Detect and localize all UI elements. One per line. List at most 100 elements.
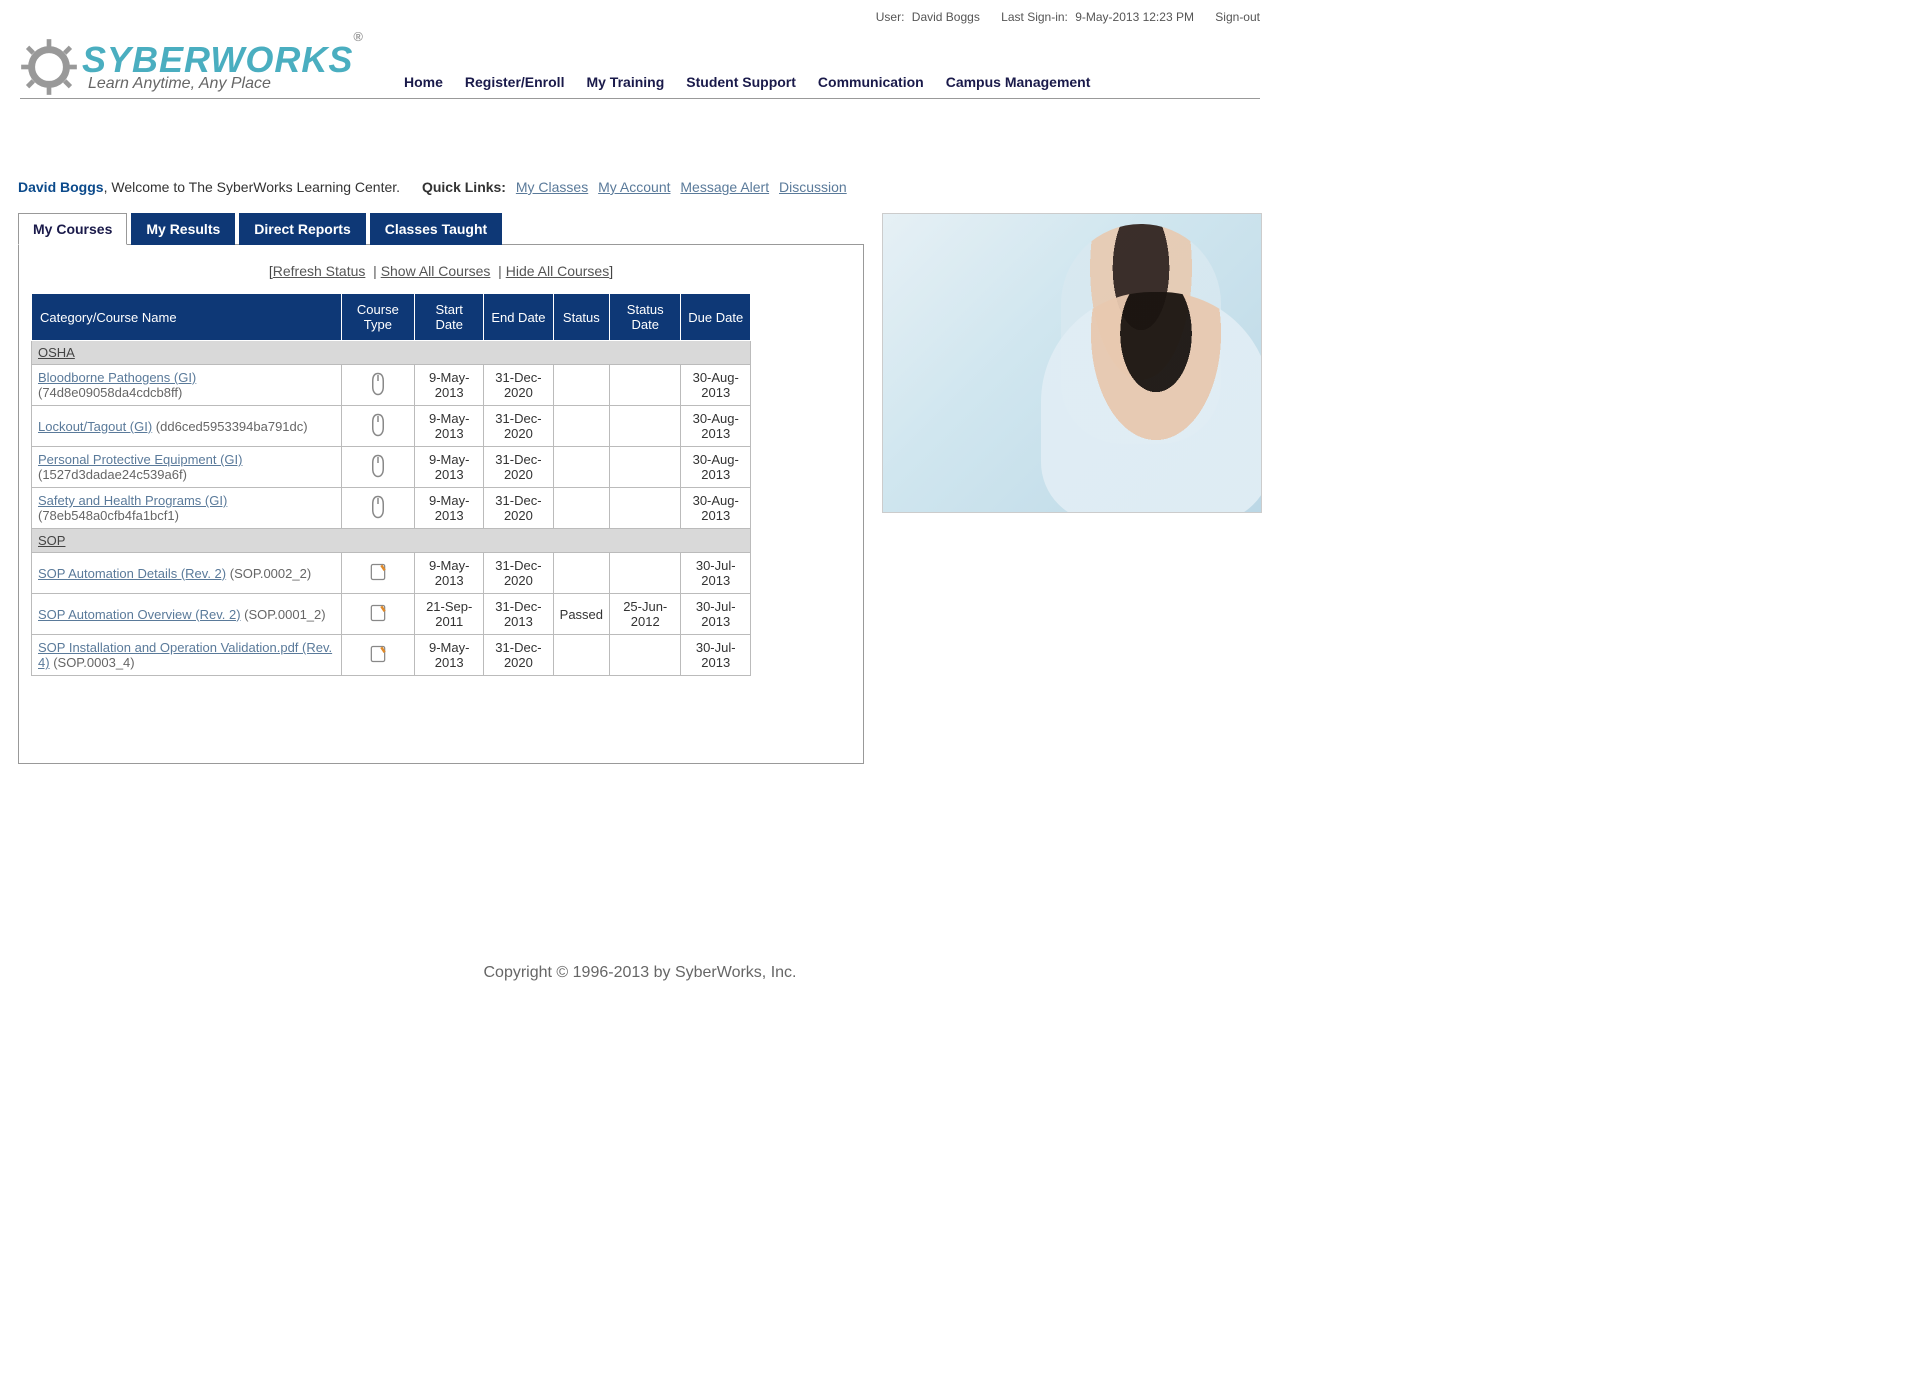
cell-statusdate bbox=[610, 447, 681, 488]
th-status[interactable]: Status bbox=[553, 294, 609, 341]
th-statusdate[interactable]: Status Date bbox=[610, 294, 681, 341]
tab-bar: My Courses My Results Direct Reports Cla… bbox=[18, 213, 864, 245]
th-type[interactable]: Course Type bbox=[341, 294, 415, 341]
quick-links-label: Quick Links: bbox=[422, 179, 506, 195]
header: SYBERWORKS® Learn Anytime, Any Place Hom… bbox=[10, 38, 1270, 96]
quick-link-discussion[interactable]: Discussion bbox=[779, 179, 847, 195]
tab-my-results[interactable]: My Results bbox=[131, 213, 235, 245]
table-row: Personal Protective Equipment (GI) (1527… bbox=[32, 447, 751, 488]
nav-campus[interactable]: Campus Management bbox=[946, 74, 1091, 90]
category-row[interactable]: SOP bbox=[32, 529, 751, 553]
cell-end: 31-Dec-2013 bbox=[484, 594, 553, 635]
course-link[interactable]: Bloodborne Pathogens (GI) bbox=[38, 370, 196, 385]
course-code: (74d8e09058da4cdcb8ff) bbox=[38, 385, 182, 400]
quick-link-message[interactable]: Message Alert bbox=[680, 179, 769, 195]
cell-end: 31-Dec-2020 bbox=[484, 635, 553, 676]
table-row: Lockout/Tagout (GI) (dd6ced5953394ba791d… bbox=[32, 406, 751, 447]
tab-direct-reports[interactable]: Direct Reports bbox=[239, 213, 365, 245]
logo[interactable]: SYBERWORKS® Learn Anytime, Any Place bbox=[20, 38, 364, 96]
course-link[interactable]: Lockout/Tagout (GI) bbox=[38, 419, 152, 434]
course-link[interactable]: SOP Automation Overview (Rev. 2) bbox=[38, 607, 241, 622]
signin-label: Last Sign-in: bbox=[1001, 10, 1068, 24]
cell-due: 30-Aug-2013 bbox=[681, 406, 751, 447]
nav-training[interactable]: My Training bbox=[586, 74, 664, 90]
cell-due: 30-Jul-2013 bbox=[681, 635, 751, 676]
cell-due: 30-Aug-2013 bbox=[681, 365, 751, 406]
signout-link[interactable]: Sign-out bbox=[1215, 10, 1260, 24]
hide-all-link[interactable]: Hide All Courses bbox=[506, 263, 610, 279]
cell-statusdate bbox=[610, 488, 681, 529]
category-link[interactable]: OSHA bbox=[38, 345, 75, 360]
nav-home[interactable]: Home bbox=[404, 74, 443, 90]
brand-name: SYBERWORKS® bbox=[82, 42, 364, 78]
nav-support[interactable]: Student Support bbox=[686, 74, 796, 90]
course-link[interactable]: SOP Automation Details (Rev. 2) bbox=[38, 566, 226, 581]
cell-start: 9-May-2013 bbox=[415, 488, 484, 529]
course-link[interactable]: Personal Protective Equipment (GI) bbox=[38, 452, 242, 467]
course-code: (SOP.0001_2) bbox=[244, 607, 325, 622]
course-link[interactable]: Safety and Health Programs (GI) bbox=[38, 493, 227, 508]
course-code: (SOP.0002_2) bbox=[230, 566, 311, 581]
cell-start: 9-May-2013 bbox=[415, 406, 484, 447]
cell-end: 31-Dec-2020 bbox=[484, 406, 553, 447]
course-code: (dd6ced5953394ba791dc) bbox=[156, 419, 308, 434]
refresh-status-link[interactable]: Refresh Status bbox=[273, 263, 366, 279]
cell-end: 31-Dec-2020 bbox=[484, 553, 553, 594]
cell-start: 9-May-2013 bbox=[415, 635, 484, 676]
show-all-link[interactable]: Show All Courses bbox=[381, 263, 491, 279]
th-start[interactable]: Start Date bbox=[415, 294, 484, 341]
cell-statusdate: 25-Jun-2012 bbox=[610, 594, 681, 635]
mouse-icon bbox=[369, 384, 387, 399]
cell-start: 21-Sep-2011 bbox=[415, 594, 484, 635]
th-end[interactable]: End Date bbox=[484, 294, 553, 341]
cell-statusdate bbox=[610, 406, 681, 447]
table-row: Bloodborne Pathogens (GI) (74d8e09058da4… bbox=[32, 365, 751, 406]
cell-type bbox=[341, 635, 415, 676]
courses-table: Category/Course Name Course Type Start D… bbox=[31, 293, 751, 676]
tab-panel: [Refresh Status | Show All Courses | Hid… bbox=[18, 244, 864, 764]
cell-end: 31-Dec-2020 bbox=[484, 488, 553, 529]
mouse-icon bbox=[369, 507, 387, 522]
tabs-area: My Courses My Results Direct Reports Cla… bbox=[18, 213, 864, 764]
nav-communication[interactable]: Communication bbox=[818, 74, 924, 90]
course-code: (1527d3dadae24c539a6f) bbox=[38, 467, 187, 482]
cell-status bbox=[553, 406, 609, 447]
user-name: David Boggs bbox=[912, 10, 980, 24]
cell-due: 30-Jul-2013 bbox=[681, 594, 751, 635]
nav-register[interactable]: Register/Enroll bbox=[465, 74, 565, 90]
cell-status: Passed bbox=[553, 594, 609, 635]
th-name[interactable]: Category/Course Name bbox=[32, 294, 342, 341]
cell-type bbox=[341, 447, 415, 488]
document-edit-icon bbox=[368, 570, 388, 585]
course-code: (SOP.0003_4) bbox=[53, 655, 134, 670]
table-row: SOP Automation Overview (Rev. 2) (SOP.00… bbox=[32, 594, 751, 635]
tab-my-courses[interactable]: My Courses bbox=[18, 213, 127, 245]
cell-type bbox=[341, 553, 415, 594]
tab-classes-taught[interactable]: Classes Taught bbox=[370, 213, 502, 245]
cell-status bbox=[553, 488, 609, 529]
cell-start: 9-May-2013 bbox=[415, 447, 484, 488]
cell-type bbox=[341, 365, 415, 406]
quick-link-classes[interactable]: My Classes bbox=[516, 179, 588, 195]
category-row[interactable]: OSHA bbox=[32, 341, 751, 365]
cell-start: 9-May-2013 bbox=[415, 553, 484, 594]
category-link[interactable]: SOP bbox=[38, 533, 65, 548]
cell-type bbox=[341, 594, 415, 635]
quick-link-account[interactable]: My Account bbox=[598, 179, 670, 195]
table-actions: [Refresh Status | Show All Courses | Hid… bbox=[31, 263, 851, 279]
cell-end: 31-Dec-2020 bbox=[484, 447, 553, 488]
cell-statusdate bbox=[610, 553, 681, 594]
top-user-bar: User: David Boggs Last Sign-in: 9-May-20… bbox=[10, 8, 1270, 38]
course-code: (78eb548a0cfb4fa1bcf1) bbox=[38, 508, 179, 523]
cell-due: 30-Aug-2013 bbox=[681, 447, 751, 488]
welcome-user[interactable]: David Boggs bbox=[18, 179, 104, 195]
side-image bbox=[882, 213, 1262, 513]
table-row: SOP Installation and Operation Validatio… bbox=[32, 635, 751, 676]
cell-type bbox=[341, 488, 415, 529]
welcome-text: , Welcome to The SyberWorks Learning Cen… bbox=[104, 179, 400, 195]
cell-status bbox=[553, 447, 609, 488]
footer: Copyright © 1996-2013 by SyberWorks, Inc… bbox=[10, 964, 1270, 982]
user-label: User: bbox=[876, 10, 905, 24]
document-edit-icon bbox=[368, 611, 388, 626]
th-due[interactable]: Due Date bbox=[681, 294, 751, 341]
